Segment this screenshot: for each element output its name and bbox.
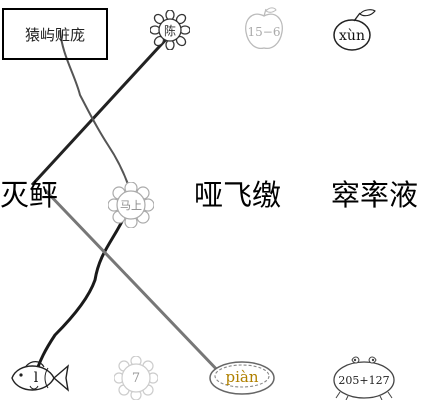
- word-left[interactable]: 灭鲆: [0, 181, 58, 210]
- word-center[interactable]: 哑飞缴: [194, 181, 281, 210]
- apple-label: 15−6: [247, 25, 281, 39]
- word-right[interactable]: 窣率液: [331, 181, 418, 210]
- flower-icon[interactable]: 马上: [107, 181, 155, 229]
- pie-label: piàn: [225, 368, 259, 386]
- plum-label: xùn: [339, 28, 365, 44]
- plum-icon[interactable]: xùn: [332, 8, 378, 52]
- sunflower-label: 陈: [163, 23, 176, 38]
- line-flower-to-fish: [32, 204, 132, 379]
- apple-icon[interactable]: 15−6: [242, 6, 286, 52]
- fish-icon[interactable]: l: [8, 358, 70, 398]
- sunflower-icon[interactable]: 陈: [149, 9, 191, 51]
- sun-label: 7: [131, 370, 141, 386]
- fish-label: l: [33, 370, 39, 386]
- flower-label: 马上: [120, 199, 142, 212]
- bug-icon[interactable]: 205+127: [332, 352, 396, 401]
- sun-icon[interactable]: 7: [113, 355, 159, 401]
- word-box[interactable]: 猿屿赃庞: [2, 8, 108, 60]
- word-box-text: 猿屿赃庞: [24, 25, 85, 44]
- pie-icon[interactable]: piàn: [208, 358, 276, 396]
- bug-label: 205+127: [338, 373, 390, 387]
